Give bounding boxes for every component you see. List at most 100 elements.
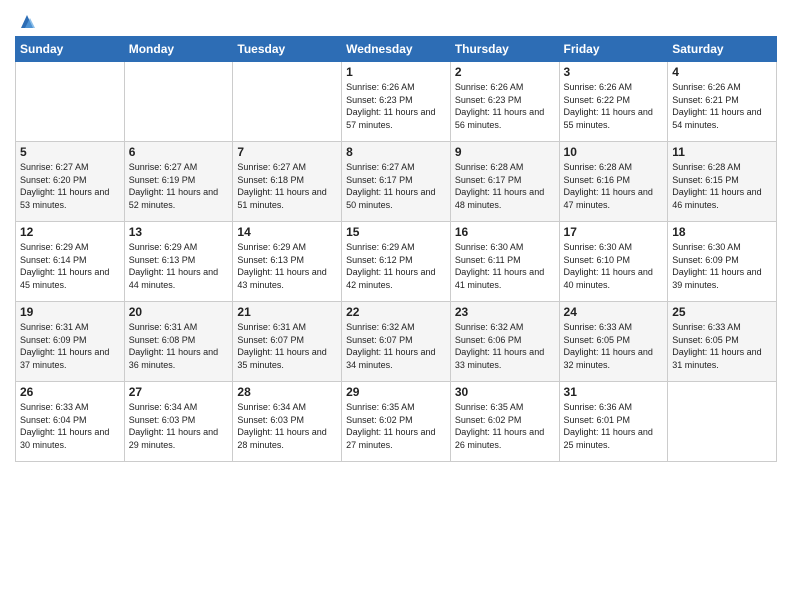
day-number: 17	[564, 225, 664, 239]
day-number: 11	[672, 145, 772, 159]
day-info: Sunrise: 6:34 AMSunset: 6:03 PMDaylight:…	[237, 401, 337, 451]
calendar-cell: 9 Sunrise: 6:28 AMSunset: 6:17 PMDaylight…	[450, 142, 559, 222]
day-info: Sunrise: 6:32 AMSunset: 6:07 PMDaylight:…	[346, 321, 446, 371]
calendar-cell: 24 Sunrise: 6:33 AMSunset: 6:05 PMDayligh…	[559, 302, 668, 382]
calendar-container: SundayMondayTuesdayWednesdayThursdayFrid…	[0, 0, 792, 612]
calendar-cell: 28 Sunrise: 6:34 AMSunset: 6:03 PMDayligh…	[233, 382, 342, 462]
day-info: Sunrise: 6:27 AMSunset: 6:19 PMDaylight:…	[129, 161, 229, 211]
calendar-cell	[233, 62, 342, 142]
calendar-cell: 14Sunrise: 6:29 AMSunset: 6:13 PMDayligh…	[233, 222, 342, 302]
day-number: 24	[564, 305, 664, 319]
calendar-cell: 22 Sunrise: 6:32 AMSunset: 6:07 PMDayligh…	[342, 302, 451, 382]
day-number: 20	[129, 305, 229, 319]
calendar-cell: 18Sunrise: 6:30 AMSunset: 6:09 PMDayligh…	[668, 222, 777, 302]
day-info: Sunrise: 6:26 AMSunset: 6:22 PMDaylight:…	[564, 81, 664, 131]
day-number: 22	[346, 305, 446, 319]
day-number: 29	[346, 385, 446, 399]
day-info: Sunrise: 6:28 AMSunset: 6:15 PMDaylight:…	[672, 161, 772, 211]
day-info: Sunrise: 6:35 AMSunset: 6:02 PMDaylight:…	[346, 401, 446, 451]
calendar-cell: 2 Sunrise: 6:26 AMSunset: 6:23 PMDaylight…	[450, 62, 559, 142]
day-info: Sunrise: 6:28 AMSunset: 6:17 PMDaylight:…	[455, 161, 555, 211]
calendar-cell: 27 Sunrise: 6:34 AMSunset: 6:03 PMDayligh…	[124, 382, 233, 462]
week-row-1: 1 Sunrise: 6:26 AMSunset: 6:23 PMDaylight…	[16, 62, 777, 142]
calendar-table: SundayMondayTuesdayWednesdayThursdayFrid…	[15, 36, 777, 462]
day-number: 10	[564, 145, 664, 159]
weekday-header-wednesday: Wednesday	[342, 37, 451, 62]
day-info: Sunrise: 6:31 AMSunset: 6:09 PMDaylight:…	[20, 321, 120, 371]
day-info: Sunrise: 6:29 AMSunset: 6:13 PMDaylight:…	[129, 241, 229, 291]
day-info: Sunrise: 6:27 AMSunset: 6:20 PMDaylight:…	[20, 161, 120, 211]
day-info: Sunrise: 6:33 AMSunset: 6:04 PMDaylight:…	[20, 401, 120, 451]
day-info: Sunrise: 6:27 AMSunset: 6:17 PMDaylight:…	[346, 161, 446, 211]
day-number: 31	[564, 385, 664, 399]
day-number: 8	[346, 145, 446, 159]
calendar-cell: 3 Sunrise: 6:26 AMSunset: 6:22 PMDaylight…	[559, 62, 668, 142]
week-row-5: 26Sunrise: 6:33 AMSunset: 6:04 PMDayligh…	[16, 382, 777, 462]
day-number: 5	[20, 145, 120, 159]
day-info: Sunrise: 6:29 AMSunset: 6:14 PMDaylight:…	[20, 241, 120, 291]
day-info: Sunrise: 6:35 AMSunset: 6:02 PMDaylight:…	[455, 401, 555, 451]
day-info: Sunrise: 6:30 AMSunset: 6:11 PMDaylight:…	[455, 241, 555, 291]
day-number: 12	[20, 225, 120, 239]
day-number: 6	[129, 145, 229, 159]
day-info: Sunrise: 6:26 AMSunset: 6:23 PMDaylight:…	[346, 81, 446, 131]
calendar-cell: 11 Sunrise: 6:28 AMSunset: 6:15 PMDayligh…	[668, 142, 777, 222]
calendar-cell: 20 Sunrise: 6:31 AMSunset: 6:08 PMDayligh…	[124, 302, 233, 382]
day-number: 23	[455, 305, 555, 319]
day-number: 27	[129, 385, 229, 399]
logo-icon	[16, 10, 38, 32]
calendar-cell	[124, 62, 233, 142]
logo	[15, 10, 38, 28]
calendar-cell: 13 Sunrise: 6:29 AMSunset: 6:13 PMDayligh…	[124, 222, 233, 302]
day-info: Sunrise: 6:32 AMSunset: 6:06 PMDaylight:…	[455, 321, 555, 371]
week-row-2: 5 Sunrise: 6:27 AMSunset: 6:20 PMDaylight…	[16, 142, 777, 222]
day-info: Sunrise: 6:26 AMSunset: 6:23 PMDaylight:…	[455, 81, 555, 131]
day-number: 9	[455, 145, 555, 159]
day-info: Sunrise: 6:30 AMSunset: 6:10 PMDaylight:…	[564, 241, 664, 291]
day-info: Sunrise: 6:31 AMSunset: 6:08 PMDaylight:…	[129, 321, 229, 371]
weekday-header-monday: Monday	[124, 37, 233, 62]
calendar-cell: 30 Sunrise: 6:35 AMSunset: 6:02 PMDayligh…	[450, 382, 559, 462]
day-number: 30	[455, 385, 555, 399]
week-row-4: 19Sunrise: 6:31 AMSunset: 6:09 PMDayligh…	[16, 302, 777, 382]
header	[15, 10, 777, 28]
day-info: Sunrise: 6:33 AMSunset: 6:05 PMDaylight:…	[672, 321, 772, 371]
day-number: 25	[672, 305, 772, 319]
day-number: 15	[346, 225, 446, 239]
day-info: Sunrise: 6:28 AMSunset: 6:16 PMDaylight:…	[564, 161, 664, 211]
weekday-header-friday: Friday	[559, 37, 668, 62]
day-number: 3	[564, 65, 664, 79]
weekday-header-saturday: Saturday	[668, 37, 777, 62]
calendar-cell: 1 Sunrise: 6:26 AMSunset: 6:23 PMDaylight…	[342, 62, 451, 142]
day-info: Sunrise: 6:36 AMSunset: 6:01 PMDaylight:…	[564, 401, 664, 451]
calendar-cell: 6 Sunrise: 6:27 AMSunset: 6:19 PMDaylight…	[124, 142, 233, 222]
calendar-cell: 4 Sunrise: 6:26 AMSunset: 6:21 PMDaylight…	[668, 62, 777, 142]
weekday-header-thursday: Thursday	[450, 37, 559, 62]
day-number: 2	[455, 65, 555, 79]
calendar-cell: 26Sunrise: 6:33 AMSunset: 6:04 PMDayligh…	[16, 382, 125, 462]
calendar-cell: 25 Sunrise: 6:33 AMSunset: 6:05 PMDayligh…	[668, 302, 777, 382]
day-number: 7	[237, 145, 337, 159]
calendar-cell: 7Sunrise: 6:27 AMSunset: 6:18 PMDaylight…	[233, 142, 342, 222]
weekday-header-tuesday: Tuesday	[233, 37, 342, 62]
day-number: 1	[346, 65, 446, 79]
calendar-cell: 8 Sunrise: 6:27 AMSunset: 6:17 PMDaylight…	[342, 142, 451, 222]
calendar-cell: 17 Sunrise: 6:30 AMSunset: 6:10 PMDayligh…	[559, 222, 668, 302]
day-info: Sunrise: 6:33 AMSunset: 6:05 PMDaylight:…	[564, 321, 664, 371]
day-number: 13	[129, 225, 229, 239]
calendar-cell: 21Sunrise: 6:31 AMSunset: 6:07 PMDayligh…	[233, 302, 342, 382]
calendar-cell	[668, 382, 777, 462]
day-number: 16	[455, 225, 555, 239]
day-info: Sunrise: 6:34 AMSunset: 6:03 PMDaylight:…	[129, 401, 229, 451]
weekday-header-sunday: Sunday	[16, 37, 125, 62]
calendar-cell: 23 Sunrise: 6:32 AMSunset: 6:06 PMDayligh…	[450, 302, 559, 382]
week-row-3: 12 Sunrise: 6:29 AMSunset: 6:14 PMDayligh…	[16, 222, 777, 302]
calendar-cell: 10 Sunrise: 6:28 AMSunset: 6:16 PMDayligh…	[559, 142, 668, 222]
day-info: Sunrise: 6:29 AMSunset: 6:12 PMDaylight:…	[346, 241, 446, 291]
day-info: Sunrise: 6:26 AMSunset: 6:21 PMDaylight:…	[672, 81, 772, 131]
day-number: 21	[237, 305, 337, 319]
day-number: 4	[672, 65, 772, 79]
calendar-cell: 5 Sunrise: 6:27 AMSunset: 6:20 PMDaylight…	[16, 142, 125, 222]
day-number: 28	[237, 385, 337, 399]
day-info: Sunrise: 6:30 AMSunset: 6:09 PMDaylight:…	[672, 241, 772, 291]
